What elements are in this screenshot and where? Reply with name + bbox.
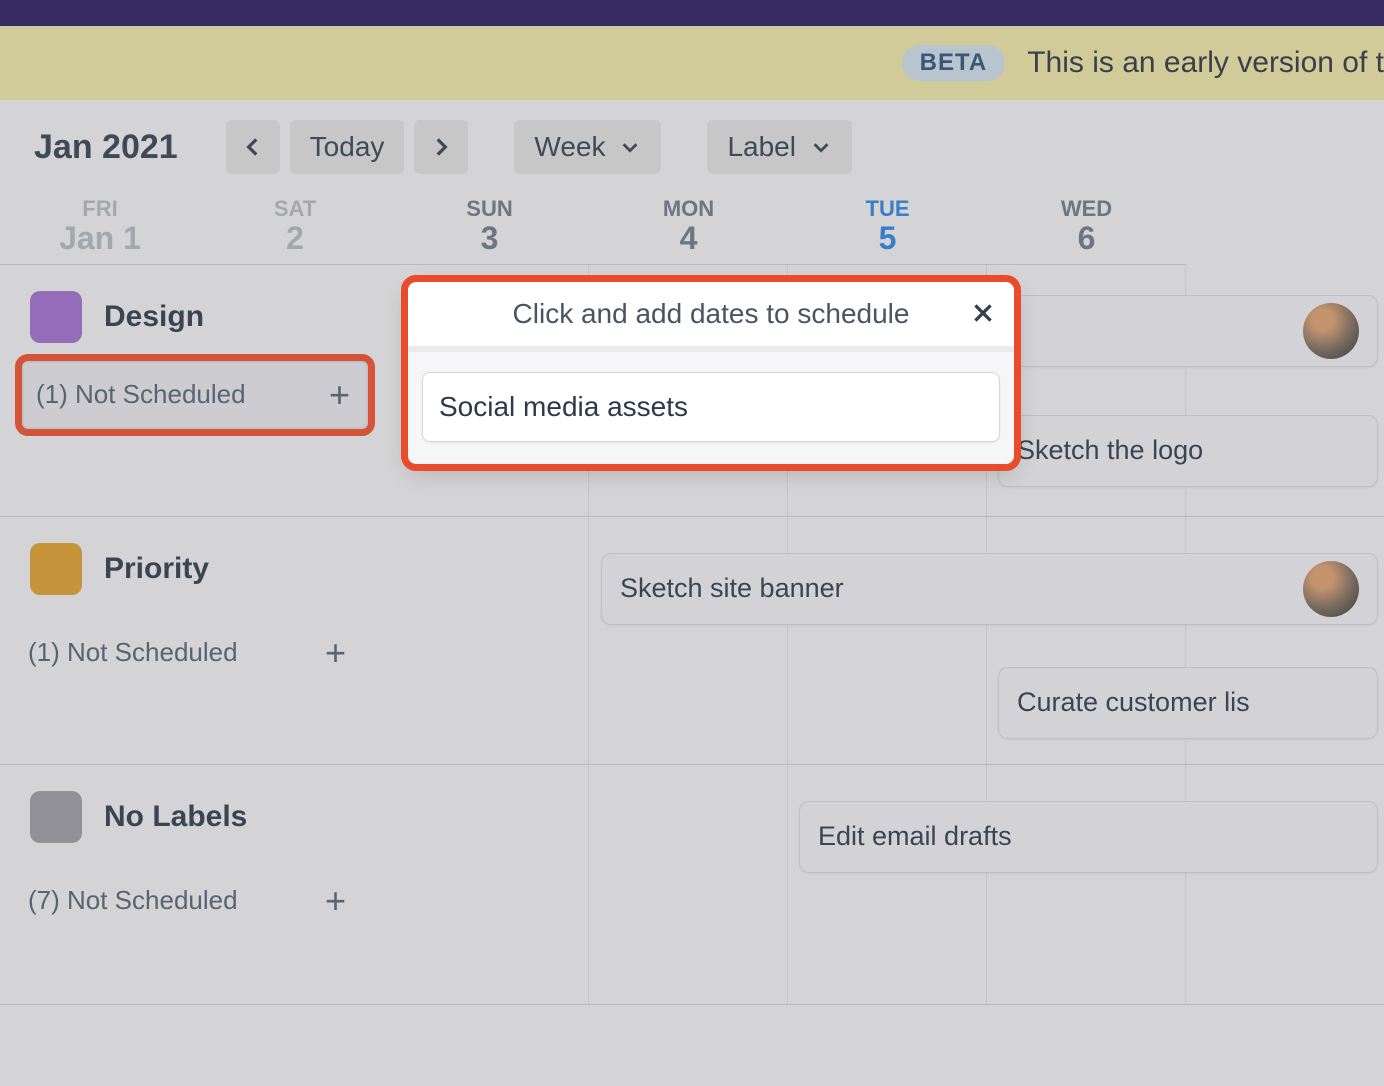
banner-text: This is an early version of t [1027, 46, 1384, 80]
avatar [1303, 561, 1359, 617]
day-header: FRIJan 1 [0, 192, 200, 265]
chevron-right-icon [428, 134, 454, 160]
day-header: TUE5 [788, 192, 987, 265]
day-number: Jan 1 [0, 222, 200, 256]
not-scheduled-label: (7) Not Scheduled [28, 885, 238, 916]
not-scheduled-row[interactable]: (7) Not Scheduled + [22, 869, 366, 933]
day-header: SAT2 [200, 192, 390, 265]
view-dropdown[interactable]: Week [514, 120, 661, 174]
timeline-card[interactable]: Curate customer lis [998, 667, 1378, 739]
today-button[interactable]: Today [290, 120, 405, 174]
plus-icon[interactable]: + [325, 635, 346, 671]
not-scheduled-row[interactable]: (1) Not Scheduled + [22, 361, 368, 429]
day-number: 5 [788, 222, 987, 256]
window-top-strip [0, 0, 1384, 26]
view-dropdown-label: Week [534, 131, 605, 163]
lane-name: Priority [104, 552, 209, 586]
timeline-card[interactable]: Sketch site banner [601, 553, 1378, 625]
timeline-card[interactable]: Sketch the logo [998, 415, 1378, 487]
chevron-down-icon [810, 136, 832, 158]
swimlane-label: Priority (1) Not Scheduled + [0, 517, 390, 765]
swimlane-label: Design (1) Not Scheduled + [0, 265, 390, 517]
swimlane-track[interactable]: Edit email drafts [390, 765, 1384, 1005]
label-color-swatch [30, 543, 82, 595]
popover-header: Click and add dates to schedule [408, 282, 1014, 352]
unscheduled-card[interactable]: Social media assets [422, 372, 1000, 442]
label-color-swatch [30, 291, 82, 343]
chevron-left-icon [240, 134, 266, 160]
day-of-week: MON [589, 196, 788, 222]
day-of-week: FRI [0, 196, 200, 222]
day-number: 4 [589, 222, 788, 256]
day-of-week: SAT [200, 196, 390, 222]
popover-title: Click and add dates to schedule [513, 298, 910, 330]
popover-body: Social media assets [408, 352, 1014, 464]
day-header: SUN3 [390, 192, 589, 265]
close-icon[interactable] [970, 300, 996, 334]
lane-name: Design [104, 300, 204, 334]
unscheduled-popover: Click and add dates to schedule Social m… [408, 282, 1014, 464]
day-number: 6 [987, 222, 1186, 256]
timeline-card[interactable]: Edit email drafts [799, 801, 1378, 873]
day-header: WED6 [987, 192, 1186, 265]
label-color-swatch [30, 791, 82, 843]
swimlane-label: No Labels (7) Not Scheduled + [0, 765, 390, 1005]
avatar [1303, 303, 1359, 359]
day-of-week: TUE [788, 196, 987, 222]
day-number: 3 [390, 222, 589, 256]
day-header-row: FRIJan 1SAT2SUN3MON4TUE5WED6 [0, 192, 1384, 265]
swimlane-track[interactable]: Sketch site banner Curate customer lis [390, 517, 1384, 765]
beta-banner: BETA This is an early version of t [0, 26, 1384, 100]
day-of-week: SUN [390, 196, 589, 222]
card-title: Sketch the logo [1017, 435, 1203, 466]
card-title: Curate customer lis [1017, 687, 1250, 718]
not-scheduled-label: (1) Not Scheduled [36, 379, 246, 410]
next-button[interactable] [414, 120, 468, 174]
plus-icon[interactable]: + [325, 883, 346, 919]
beta-badge: BETA [902, 45, 1006, 81]
not-scheduled-label: (1) Not Scheduled [28, 637, 238, 668]
plus-icon[interactable]: + [329, 377, 350, 413]
group-dropdown-label: Label [727, 131, 796, 163]
toolbar: Jan 2021 Today Week Label [0, 100, 1384, 192]
prev-button[interactable] [226, 120, 280, 174]
not-scheduled-row[interactable]: (1) Not Scheduled + [22, 621, 366, 685]
card-title: Edit email drafts [818, 821, 1012, 852]
day-of-week: WED [987, 196, 1186, 222]
chevron-down-icon [619, 136, 641, 158]
card-title: Sketch site banner [620, 573, 844, 604]
lane-label-column: Design (1) Not Scheduled + Priority (1) Not … [0, 265, 390, 1005]
day-number: 2 [200, 222, 390, 256]
day-header: MON4 [589, 192, 788, 265]
month-title: Jan 2021 [34, 128, 178, 167]
lane-name: No Labels [104, 800, 247, 834]
group-dropdown[interactable]: Label [707, 120, 852, 174]
timeline-card[interactable] [998, 295, 1378, 367]
